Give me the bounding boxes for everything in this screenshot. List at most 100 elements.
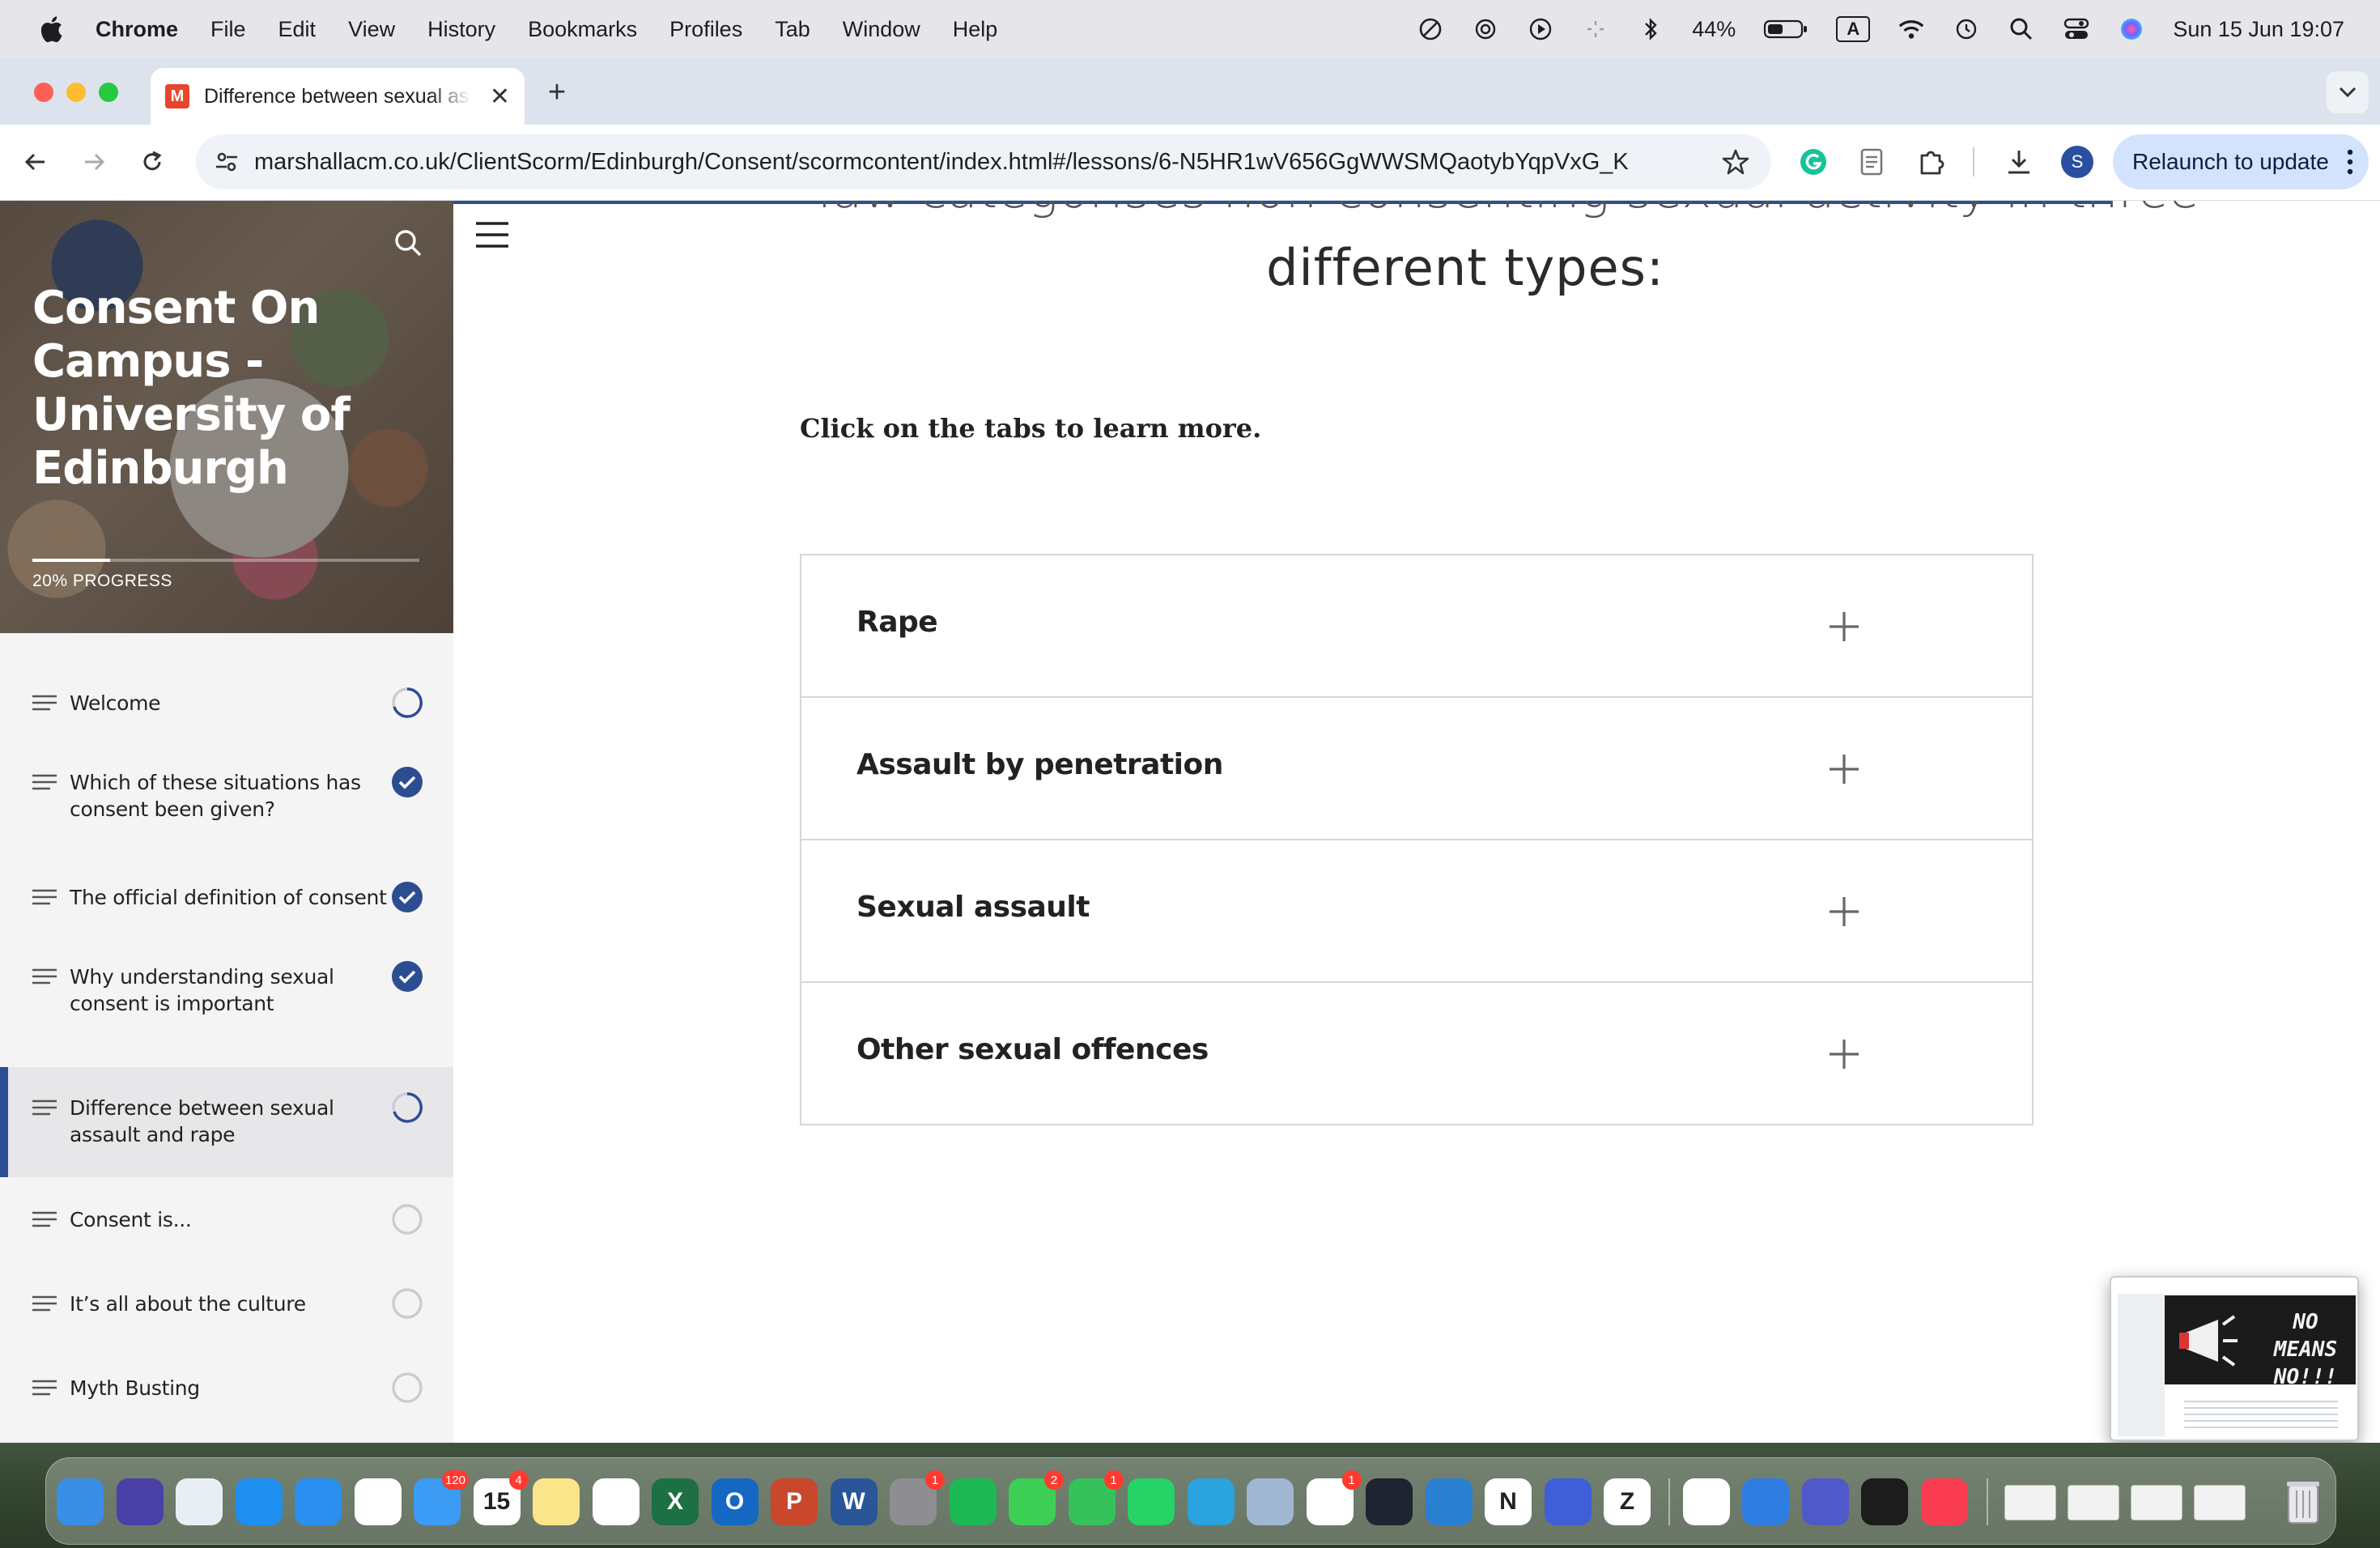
trash-icon[interactable] [2280, 1478, 2327, 1525]
calendar-icon[interactable]: 15 4 [473, 1470, 529, 1525]
chrome-icon[interactable] [354, 1478, 402, 1525]
plus-icon[interactable] [1828, 753, 1860, 785]
apple-icon[interactable] [29, 0, 73, 58]
plus-icon[interactable] [1828, 610, 1860, 643]
dock-separator [1987, 1478, 1988, 1525]
menu-history[interactable]: History [427, 17, 495, 42]
slack-icon[interactable]: 1 [1306, 1470, 1362, 1525]
relaunch-to-update-button[interactable]: Relaunch to update [2113, 134, 2369, 189]
address-bar[interactable]: marshallacm.co.uk/ClientScorm/Edinburgh/… [196, 134, 1771, 189]
plus-icon[interactable] [1828, 1038, 1860, 1070]
menu-file[interactable]: File [210, 17, 246, 42]
lesson-item-culture[interactable]: It’s all about the culture [0, 1261, 453, 1346]
reload-button[interactable] [133, 142, 172, 181]
music-icon[interactable] [1920, 1478, 1968, 1525]
preview-icon[interactable] [1247, 1478, 1294, 1525]
screenshot-thumbnail[interactable]: NO MEANS NO!!! [2110, 1276, 2359, 1441]
forward-button[interactable] [74, 142, 113, 181]
chatgpt-menu-icon[interactable] [1472, 15, 1499, 43]
lesson-item-consent-is[interactable]: Consent is... [0, 1177, 453, 1261]
bookmark-star-icon[interactable] [1719, 146, 1752, 178]
outlook-icon[interactable]: O [711, 1478, 759, 1525]
control-center-icon[interactable] [2063, 15, 2090, 43]
new-tab-button[interactable]: + [541, 74, 573, 110]
chatgpt-icon[interactable] [1682, 1478, 1730, 1525]
menu-hamburger-icon[interactable] [474, 220, 510, 249]
powerpoint-icon[interactable]: P [771, 1478, 818, 1525]
accordion-item-assault-by-penetration[interactable]: Assault by penetration [801, 698, 2032, 840]
app-store-icon[interactable] [235, 1478, 283, 1525]
spotlight-icon[interactable] [2008, 15, 2035, 43]
photos-icon[interactable] [592, 1478, 640, 1525]
lesson-item-situations-consent[interactable]: Which of these situations has consent be… [0, 745, 453, 855]
grammarly-extension-icon[interactable] [1796, 144, 1831, 180]
mail-icon[interactable]: 120 [414, 1470, 469, 1525]
minimized-window-thumbnail[interactable] [2068, 1485, 2119, 1520]
menu-edit[interactable]: Edit [278, 17, 317, 42]
teams-icon[interactable] [1801, 1478, 1849, 1525]
accordion-item-sexual-assault[interactable]: Sexual assault [801, 840, 2032, 983]
menu-app-name[interactable]: Chrome [96, 17, 178, 42]
play-icon[interactable] [1527, 15, 1554, 43]
notes-icon[interactable] [533, 1478, 580, 1525]
search-icon[interactable] [392, 227, 424, 259]
launchpad-icon[interactable] [176, 1478, 223, 1525]
facetime-icon[interactable]: 1 [1068, 1470, 1124, 1525]
siri-icon[interactable] [116, 1478, 164, 1525]
browser-tab-active[interactable]: M Difference between sexual assault and … [151, 68, 525, 125]
menu-view[interactable]: View [348, 17, 395, 42]
zotero-icon[interactable]: Z [1604, 1478, 1651, 1525]
lesson-item-welcome[interactable]: Welcome [0, 661, 453, 745]
back-button[interactable] [16, 142, 55, 181]
keynote-icon[interactable] [1742, 1478, 1789, 1525]
profile-avatar[interactable]: S [2061, 146, 2093, 178]
siri-menu-icon[interactable] [2118, 15, 2145, 43]
spotify-icon[interactable] [949, 1478, 997, 1525]
clock[interactable]: Sun 15 Jun 19:07 [2173, 17, 2344, 42]
messages-icon[interactable]: 2 [1009, 1470, 1064, 1525]
accordion-item-other-sexual-offences[interactable]: Other sexual offences [801, 983, 2032, 1125]
menu-help[interactable]: Help [953, 17, 998, 42]
url-text[interactable]: marshallacm.co.uk/ClientScorm/Edinburgh/… [254, 149, 1629, 176]
finder-icon[interactable] [57, 1478, 104, 1525]
lesson-item-myth-busting[interactable]: Myth Busting [0, 1346, 453, 1430]
menu-profiles[interactable]: Profiles [669, 17, 742, 42]
focus-icon[interactable] [1417, 15, 1444, 43]
tab-search-button[interactable] [2327, 71, 2369, 113]
wifi-icon[interactable] [1898, 15, 1925, 43]
menu-window[interactable]: Window [843, 17, 920, 42]
zoom-window-button[interactable] [99, 83, 118, 102]
menu-tab[interactable]: Tab [775, 17, 810, 42]
extensions-puzzle-icon[interactable] [1914, 144, 1949, 180]
time-machine-icon[interactable] [1953, 15, 1980, 43]
notion-icon[interactable]: N [1485, 1478, 1532, 1525]
safari-icon[interactable] [295, 1478, 342, 1525]
minimize-window-button[interactable] [66, 83, 86, 102]
bluetooth-icon[interactable] [1637, 15, 1664, 43]
minimized-window-thumbnail[interactable] [2194, 1485, 2246, 1520]
close-window-button[interactable] [34, 83, 53, 102]
accordion-item-rape[interactable]: Rape [801, 555, 2032, 698]
word-icon[interactable]: W [830, 1478, 878, 1525]
lesson-item-sexual-assault-vs-rape[interactable]: Difference between sexual assault and ra… [0, 1067, 453, 1177]
minimized-window-thumbnail[interactable] [2004, 1485, 2056, 1520]
plus-icon[interactable] [1828, 895, 1860, 928]
system-settings-icon[interactable]: 1 [890, 1470, 945, 1525]
reader-mode-icon[interactable] [1854, 144, 1889, 180]
site-info-icon[interactable] [210, 146, 243, 178]
nordvpn-icon[interactable] [1544, 1478, 1592, 1525]
close-tab-icon[interactable]: ✕ [490, 83, 510, 111]
input-source-icon[interactable]: A [1836, 16, 1871, 42]
downloads-icon[interactable] [2001, 144, 2037, 180]
battery-icon[interactable] [1763, 15, 1808, 43]
whatsapp-icon[interactable] [1128, 1478, 1175, 1525]
excel-icon[interactable]: X [652, 1478, 699, 1525]
menu-bookmarks[interactable]: Bookmarks [528, 17, 637, 42]
lesson-item-why-understanding[interactable]: Why understanding sexual consent is impo… [0, 939, 453, 1049]
lesson-item-official-definition[interactable]: The official definition of consent [0, 855, 453, 939]
activity-monitor-icon[interactable] [1861, 1478, 1908, 1525]
cursor-icon[interactable] [1366, 1478, 1413, 1525]
telegram-icon[interactable] [1187, 1478, 1235, 1525]
minimized-window-thumbnail[interactable] [2131, 1485, 2182, 1520]
vscode-icon[interactable] [1425, 1478, 1473, 1525]
